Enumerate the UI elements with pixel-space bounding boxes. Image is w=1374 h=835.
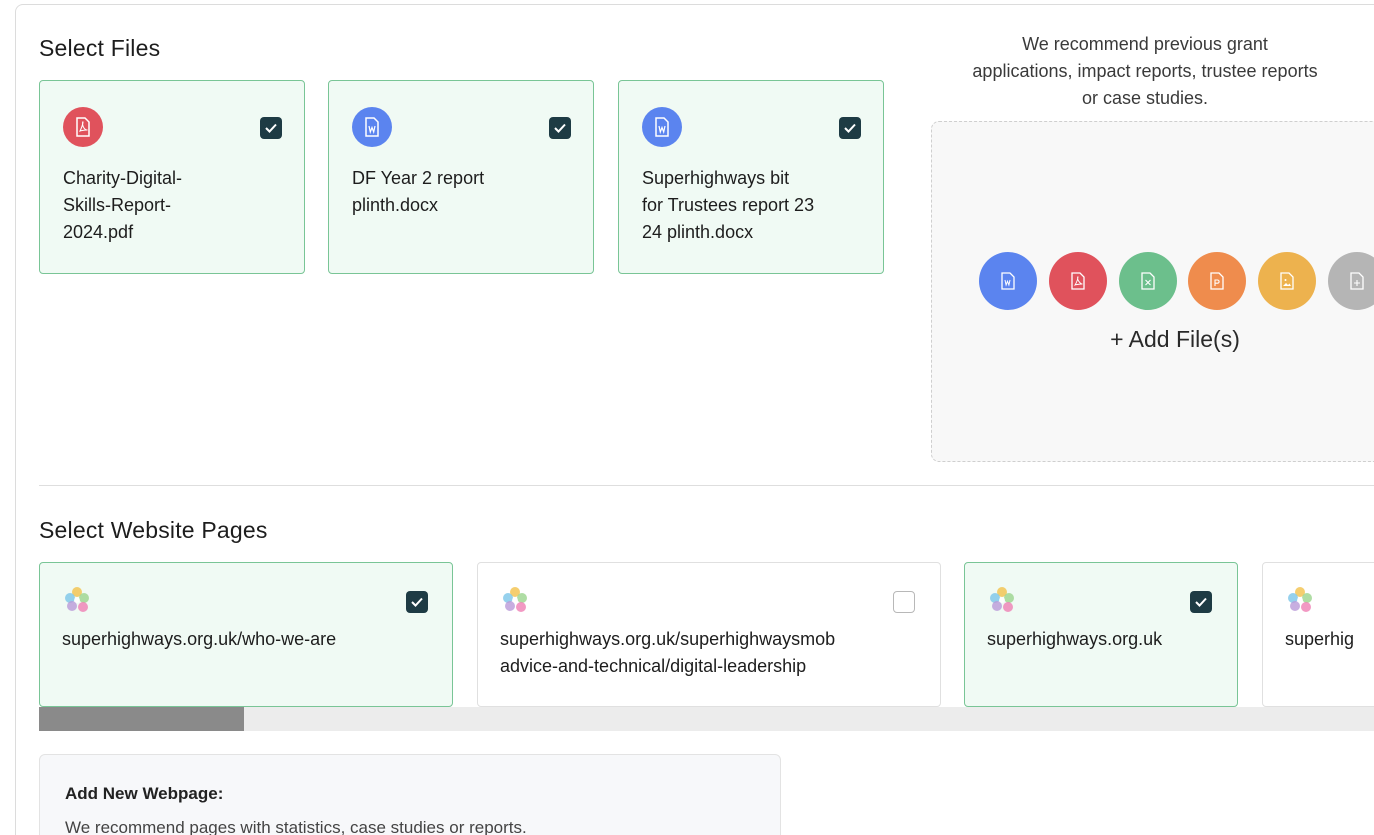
- site-favicon-icon: [1288, 587, 1312, 612]
- excel-icon: [1119, 252, 1177, 310]
- file-checkbox[interactable]: [549, 117, 571, 139]
- upload-recommendation: We recommend previous grant applications…: [972, 34, 1318, 108]
- select-website-pages-title: Select Website Pages: [39, 517, 268, 543]
- file-name: Superhighways bit for Trustees report 23…: [642, 168, 815, 242]
- web-card-home[interactable]: superhighways.org.uk: [964, 562, 1238, 707]
- file-card-df-year-2[interactable]: DF Year 2 report plinth.docx: [328, 80, 594, 274]
- add-webpage-title: Add New Webpage:: [65, 784, 224, 803]
- file-card-charity-report[interactable]: Charity-Digital- Skills-Report- 2024.pdf: [39, 80, 305, 274]
- file-checkbox[interactable]: [260, 117, 282, 139]
- add-webpage-box: Add New Webpage: We recommend pages with…: [39, 754, 781, 835]
- web-card-digital-leadership[interactable]: superhighways.org.uk/superhighwaysmob ad…: [477, 562, 941, 707]
- file-checkbox[interactable]: [839, 117, 861, 139]
- page-url: superhig: [1285, 629, 1355, 649]
- page-url: superhighways.org.uk/who-we-are: [62, 629, 337, 649]
- page-url: superhighways.org.uk: [987, 629, 1163, 649]
- powerpoint-icon: [1188, 252, 1246, 310]
- page-checkbox[interactable]: [406, 591, 428, 613]
- word-file-icon: [642, 107, 682, 147]
- pdf-icon: [1049, 252, 1107, 310]
- select-files-title: Select Files: [39, 35, 161, 61]
- pdf-file-icon: [63, 107, 103, 147]
- file-name: DF Year 2 report plinth.docx: [352, 168, 485, 215]
- page-checkbox[interactable]: [893, 591, 915, 613]
- image-icon: [1258, 252, 1316, 310]
- generic-file-icon: [1328, 252, 1374, 310]
- word-file-icon: [352, 107, 392, 147]
- file-name: Charity-Digital- Skills-Report- 2024.pdf: [63, 168, 183, 242]
- add-webpage-description: We recommend pages with statistics, case…: [65, 818, 527, 835]
- web-card-who-we-are[interactable]: superhighways.org.uk/who-we-are: [39, 562, 453, 707]
- site-favicon-icon: [503, 587, 527, 612]
- section-divider: [39, 485, 1374, 486]
- file-card-trustees-report[interactable]: Superhighways bit for Trustees report 23…: [618, 80, 884, 274]
- site-favicon-icon: [65, 587, 89, 612]
- add-files-button[interactable]: + Add File(s): [932, 326, 1374, 353]
- word-icon: [979, 252, 1037, 310]
- file-dropzone[interactable]: + Add File(s): [931, 121, 1374, 462]
- web-card-partial[interactable]: superhig: [1262, 562, 1374, 707]
- site-favicon-icon: [990, 587, 1014, 612]
- scrollbar-thumb[interactable]: [39, 707, 244, 731]
- page-url: superhighways.org.uk/superhighwaysmob ad…: [500, 629, 836, 676]
- page-checkbox[interactable]: [1190, 591, 1212, 613]
